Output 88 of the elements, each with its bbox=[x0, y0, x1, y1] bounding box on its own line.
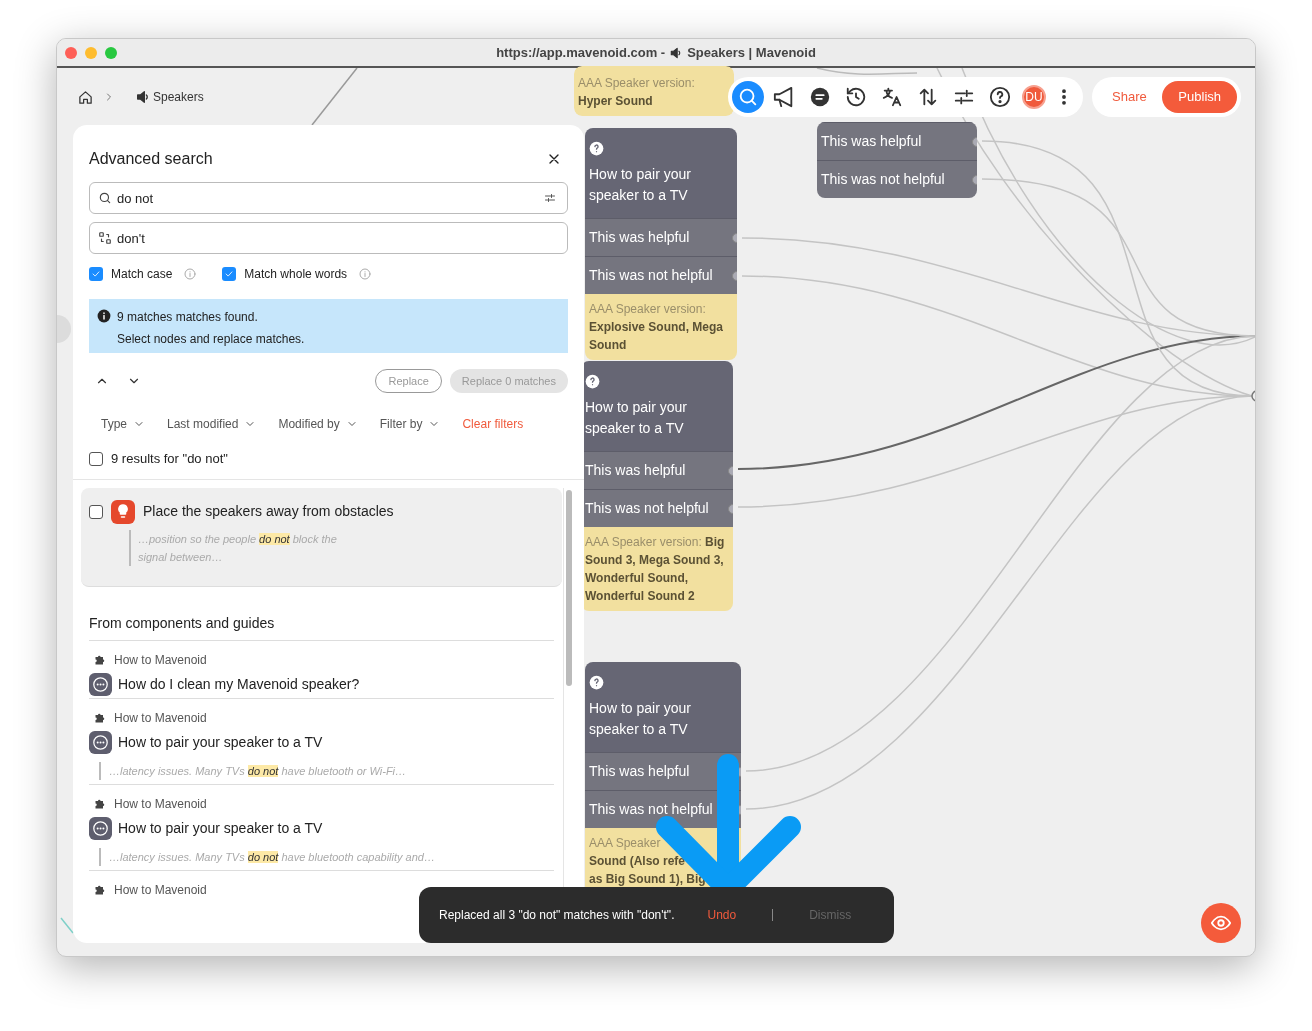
guide-result[interactable]: How to Mavenoid How do I clean my Mavenoid speaker? bbox=[89, 640, 554, 699]
clear-filters-link[interactable]: Clear filters bbox=[462, 415, 524, 433]
result-title: Place the speakers away from obstacles bbox=[143, 502, 394, 521]
question-icon bbox=[589, 141, 604, 156]
node-title: How to pair your speaker to a TV bbox=[589, 165, 692, 205]
chat-bubble-icon bbox=[89, 730, 112, 754]
guide-title: How do I clean my Mavenoid speaker? bbox=[118, 674, 360, 694]
alert-text: Select nodes and replace matches. bbox=[117, 331, 305, 348]
sort-icon bbox=[917, 86, 939, 108]
speaker-icon bbox=[135, 89, 151, 105]
replace-icon bbox=[98, 231, 112, 245]
condition-note: AAA Speaker version: Hyper Sound bbox=[574, 66, 734, 116]
search-icon bbox=[98, 191, 112, 205]
filter-dropdown[interactable]: Last modified bbox=[167, 415, 257, 433]
chat-bubble-icon bbox=[89, 816, 112, 840]
dismiss-button[interactable]: Dismiss bbox=[809, 906, 852, 924]
share-button[interactable]: Share bbox=[1104, 87, 1155, 107]
answer-option[interactable]: This was helpful bbox=[817, 122, 977, 160]
condition-note: AAA Speaker version: Explosive Sound, Mega Sound bbox=[585, 294, 737, 360]
history-icon bbox=[845, 86, 867, 108]
replace-field[interactable]: don't bbox=[89, 222, 568, 254]
answer-option[interactable]: This was not helpful bbox=[817, 160, 977, 198]
guide-result[interactable]: How to Mavenoid How to pair your speaker to a TV …latency issues. Many TVs do not have bluetooth capability and… bbox=[89, 784, 554, 871]
guide-source: How to Mavenoid bbox=[114, 881, 207, 899]
guide-source: How to Mavenoid bbox=[114, 709, 207, 727]
url-text: https://app.mavenoid.com - bbox=[496, 43, 666, 62]
search-field[interactable]: do not bbox=[89, 182, 568, 214]
connector-port[interactable] bbox=[1251, 390, 1255, 402]
guide-result[interactable]: How to Mavenoid How to pair your speaker to a TV …latency issues. Many TVs do not have bluetooth or Wi-Fi… bbox=[89, 698, 554, 785]
node-header[interactable]: How to pair your speaker to a TV bbox=[585, 128, 737, 218]
condition-note: AAA Speaker version: Big Sound 3, Mega Sound 3, Wonderful Sound, Wonderful Sound 2 bbox=[581, 527, 733, 611]
chat-bubble-icon bbox=[89, 672, 112, 696]
user-avatar[interactable]: DU bbox=[1022, 85, 1046, 109]
filter-dropdown[interactable]: Filter by bbox=[379, 415, 441, 433]
result-card[interactable]: Place the speakers away from obstacles …position so the people do not block the signal between… bbox=[81, 487, 562, 587]
node-title: How to pair your speaker to a TV bbox=[589, 699, 692, 739]
maximize-window-button[interactable] bbox=[105, 47, 117, 59]
result-snippet: …position so the people do not block the signal between… bbox=[129, 529, 554, 566]
guide-title: How to pair your speaker to a TV bbox=[118, 732, 323, 752]
panel-title: Advanced search bbox=[89, 149, 213, 169]
option-label: Match case bbox=[111, 266, 173, 283]
guide-source: How to Mavenoid bbox=[114, 651, 207, 669]
publish-button[interactable]: Publish bbox=[1162, 81, 1237, 113]
node-header[interactable]: How to pair your speaker to a TV bbox=[585, 662, 741, 752]
home-icon[interactable] bbox=[78, 89, 93, 105]
check-icon bbox=[224, 269, 235, 279]
answer-option[interactable]: This was helpful bbox=[581, 451, 733, 489]
node-title: How to pair your speaker to a TV bbox=[585, 398, 688, 438]
info-icon bbox=[359, 268, 372, 280]
preview-button[interactable] bbox=[1201, 903, 1241, 943]
toast-message: Replaced all 3 "do not" matches with "don't". bbox=[439, 907, 675, 924]
alert-title: 9 matches matches found. bbox=[117, 309, 259, 326]
scrollbar[interactable] bbox=[566, 489, 572, 686]
question-icon bbox=[589, 675, 604, 690]
answer-option[interactable]: This was helpful bbox=[585, 218, 737, 256]
info-icon bbox=[97, 309, 111, 323]
guide-snippet: …latency issues. Many TVs do not have bluetooth capability and… bbox=[99, 847, 554, 866]
comments-icon bbox=[809, 86, 831, 108]
node-header[interactable]: How to pair your speaker to a TV bbox=[581, 361, 733, 451]
answer-option[interactable]: This was not helpful bbox=[585, 256, 737, 294]
results-count: 9 results for "do not" bbox=[111, 450, 228, 468]
help-icon bbox=[989, 86, 1011, 108]
filter-icon[interactable] bbox=[544, 192, 556, 204]
answer-option[interactable]: This was not helpful bbox=[581, 489, 733, 527]
megaphone-icon bbox=[773, 86, 795, 108]
question-icon bbox=[585, 374, 600, 389]
guide-source: How to Mavenoid bbox=[114, 795, 207, 813]
close-window-button[interactable] bbox=[65, 47, 77, 59]
guide-title: How to pair your speaker to a TV bbox=[118, 818, 323, 838]
section-heading: From components and guides bbox=[89, 612, 554, 641]
checkbox[interactable] bbox=[222, 267, 237, 281]
checkbox[interactable] bbox=[89, 267, 103, 281]
option-label: Match whole words bbox=[244, 266, 348, 283]
checkbox[interactable] bbox=[89, 504, 103, 519]
lightbulb-icon bbox=[111, 499, 135, 524]
search-icon bbox=[737, 86, 759, 108]
undo-button[interactable]: Undo bbox=[707, 906, 737, 924]
filter-dropdown[interactable]: Type bbox=[101, 415, 145, 433]
info-icon bbox=[184, 268, 197, 280]
connector-line bbox=[60, 917, 74, 934]
breadcrumb-link[interactable]: Speakers bbox=[153, 88, 204, 106]
translate-icon bbox=[881, 86, 903, 108]
guide-snippet: …latency issues. Many TVs do not have bluetooth or Wi-Fi… bbox=[99, 761, 554, 780]
page-title: Speakers | Mavenoid bbox=[687, 43, 816, 62]
checkbox[interactable] bbox=[89, 451, 103, 466]
filter-dropdown[interactable]: Modified by bbox=[278, 415, 358, 433]
check-icon bbox=[91, 269, 101, 279]
connector-line bbox=[311, 68, 358, 126]
